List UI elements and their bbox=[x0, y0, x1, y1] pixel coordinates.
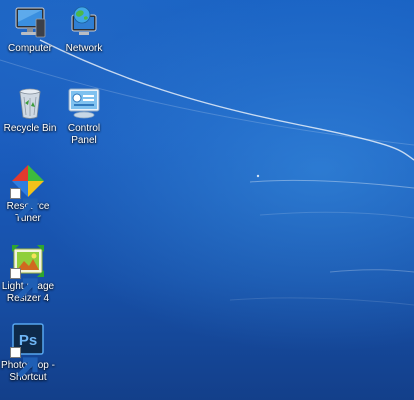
desktop-icon-control-panel[interactable]: Control Panel bbox=[54, 85, 114, 147]
desktop-icon-resource-tuner[interactable]: Resource Tuner bbox=[0, 163, 58, 225]
shortcut-arrow-icon bbox=[10, 268, 38, 299]
desktop-icon-label: Network bbox=[65, 43, 103, 54]
resource-tuner-icon bbox=[10, 163, 46, 219]
desktop-icon-computer[interactable]: Computer bbox=[0, 5, 60, 55]
desktop[interactable]: Computer Network Recycle Bin Control Pan… bbox=[0, 0, 414, 400]
shortcut-arrow-icon bbox=[10, 347, 38, 378]
desktop-icon-label: Computer bbox=[8, 43, 52, 54]
computer-icon bbox=[12, 5, 48, 41]
photoshop-icon: Ps bbox=[10, 322, 46, 378]
desktop-icon-light-image-resizer[interactable]: Light Image Resizer 4 bbox=[0, 243, 58, 305]
recycle-bin-icon bbox=[12, 85, 48, 121]
shortcut-arrow-icon bbox=[10, 188, 38, 219]
network-icon bbox=[66, 5, 102, 41]
control-panel-icon bbox=[66, 85, 102, 121]
desktop-icon-network[interactable]: Network bbox=[54, 5, 114, 55]
svg-text:Ps: Ps bbox=[19, 332, 37, 349]
desktop-icon-photoshop-shortcut[interactable]: Ps Photoshop - Shortcut bbox=[0, 322, 58, 384]
wallpaper-swoosh-lines bbox=[0, 39, 414, 306]
desktop-icon-recycle-bin[interactable]: Recycle Bin bbox=[0, 85, 60, 135]
desktop-icon-label: Control Panel bbox=[67, 123, 101, 146]
desktop-icon-label: Recycle Bin bbox=[3, 123, 57, 134]
light-image-resizer-icon bbox=[10, 243, 46, 299]
